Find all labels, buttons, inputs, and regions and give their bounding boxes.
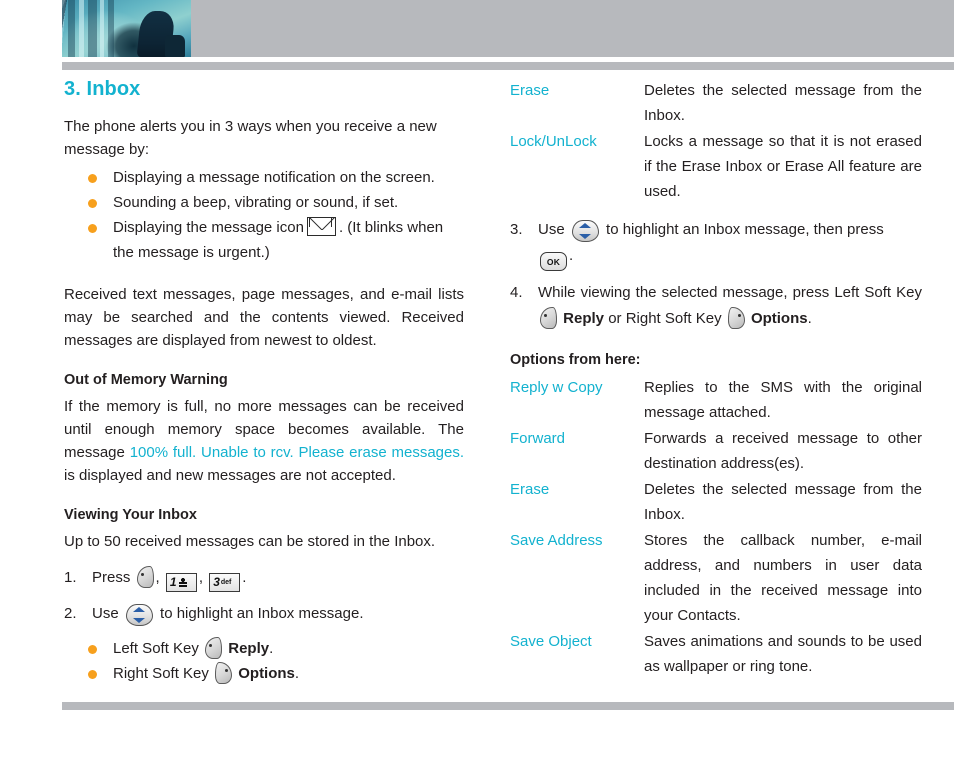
bullet-text: Displaying the message icon [113,219,304,236]
navigation-key-icon [571,220,599,242]
option-desc: Saves animations and sounds to be used a… [644,633,922,675]
table-row: Save Object Saves animations and sounds … [510,629,922,680]
step-text-mid: or Right Soft Key [608,310,722,327]
step-text: Press [92,569,131,586]
step-action-reply: Reply [563,310,605,327]
step-text-mid: to highlight an Inbox message, then pres… [606,221,884,238]
table-row: Erase Deletes the selected message from … [510,477,922,528]
left-column: 3. Inbox The phone alerts you in 3 ways … [64,78,464,686]
list-item: Right Soft Key Options. [64,661,464,686]
option-term: Save Address [510,532,603,549]
list-item: Sounding a beep, vibrating or sound, if … [64,190,464,215]
step-number: 1. [64,569,77,586]
option-term: Save Object [510,633,592,650]
out-of-memory-paragraph: If the memory is full, no more messages … [64,395,464,487]
left-soft-key-icon [136,566,154,588]
step-2: 2. Use to highlight an Inbox message. [64,601,464,627]
envelope-icon [306,217,336,236]
step-text: While viewing the selected message, pres… [538,284,922,301]
option-desc: Deletes the selected message from the In… [644,82,922,124]
option-term: Erase [510,481,550,498]
viewing-steps-continued: 3. Use to highlight an Inbox message, the… [510,217,922,332]
step-3: 3. Use to highlight an Inbox message, the… [510,217,922,271]
bottom-rule [62,702,954,710]
page-title: 3. Inbox [64,78,141,100]
voicemail-glyph [178,578,187,587]
step-sep-2: , [198,569,204,586]
photo-figure-secondary [165,35,185,57]
table-row: Save Address Stores the callback number,… [510,528,922,629]
option-desc: Stores the callback number, e-mail addre… [644,532,922,624]
right-column: Erase Deletes the selected message from … [510,78,922,680]
page-header [62,0,954,57]
options-from-here-heading: Options from here: [510,352,641,368]
top-options-table: Erase Deletes the selected message from … [510,78,922,205]
table-row: Forward Forwards a received message to o… [510,426,922,477]
step-number: 2. [64,605,77,622]
list-item: Left Soft Key Reply. [64,636,464,661]
memory-warning-quote: 100% full. Unable to rcv. Please erase m… [129,444,465,461]
key-letters: def [220,579,232,586]
step-action-options: Options [750,310,808,327]
option-term: Erase [510,82,550,99]
table-row: Erase Deletes the selected message from … [510,78,922,129]
option-term: Lock/UnLock [510,133,597,150]
step-number: 4. [510,284,523,301]
right-soft-key-icon [727,307,745,329]
key-1-icon: 1 [165,573,197,592]
option-desc: Locks a message so that it is not erased… [644,133,922,200]
bullet-text: Displaying a message notification on the… [113,169,435,186]
intro-paragraph: The phone alerts you in 3 ways when you … [64,118,437,158]
step-end: . [242,569,247,586]
top-rule [62,62,954,70]
header-photo [62,0,191,57]
step-text: Use [538,221,565,238]
softkey-end: . [269,640,274,657]
list-item: Displaying the message icon. (It blinks … [64,215,464,265]
left-soft-key-icon [205,637,223,659]
key-3-def-icon: 3def [209,573,241,592]
ok-key-icon: OK [540,252,567,271]
table-row: Lock/UnLock Locks a message so that it i… [510,129,922,205]
left-soft-key-icon [540,307,557,329]
step-1: 1. Press , 1, 3def. [64,565,464,592]
manual-page: 3. Inbox The phone alerts you in 3 ways … [0,0,954,764]
list-item: Displaying a message notification on the… [64,165,464,190]
option-term: Forward [510,430,566,447]
alert-methods-list: Displaying a message notification on the… [64,165,464,265]
out-of-memory-heading: Out of Memory Warning [64,372,228,388]
option-term: Reply w Copy [510,379,603,396]
options-table: Reply w Copy Replies to the SMS with the… [510,375,922,680]
header-gray-band [191,0,954,57]
step-end: . [569,247,574,264]
softkey-label: Left Soft Key [113,640,199,657]
softkey-list: Left Soft Key Reply. Right Soft Key Opti… [64,636,464,686]
right-soft-key-icon [215,662,233,684]
received-messages-paragraph: Received text messages, page messages, a… [64,286,464,349]
step-4: 4. While viewing the selected message, pr… [510,280,922,332]
option-desc: Forwards a received message to other des… [644,430,922,472]
key-digit: 3 [213,575,220,589]
step-text-tail: to highlight an Inbox message. [160,605,364,622]
key-digit: 1 [169,575,177,589]
step-sep: , [155,569,160,586]
memory-text-2: is displayed and new messages are not ac… [64,467,396,484]
step-text: Use [92,605,119,622]
viewing-inbox-heading: Viewing Your Inbox [64,507,197,523]
navigation-key-icon [125,604,153,626]
option-desc: Replies to the SMS with the original mes… [644,379,922,421]
softkey-action: Reply [228,640,270,657]
viewing-inbox-paragraph: Up to 50 received messages can be stored… [64,533,436,550]
step-number: 3. [510,221,523,238]
softkey-end: . [294,665,300,682]
viewing-steps-list: 1. Press , 1, 3def. 2. Use to highlight an… [64,565,464,627]
option-desc: Deletes the selected message from the In… [644,481,922,523]
softkey-action: Options [238,665,295,682]
step-end: . [807,310,812,327]
softkey-label: Right Soft Key [113,665,209,682]
ok-key-label: OK [546,257,561,267]
table-row: Reply w Copy Replies to the SMS with the… [510,375,922,426]
bullet-text: Sounding a beep, vibrating or sound, if … [113,194,399,211]
